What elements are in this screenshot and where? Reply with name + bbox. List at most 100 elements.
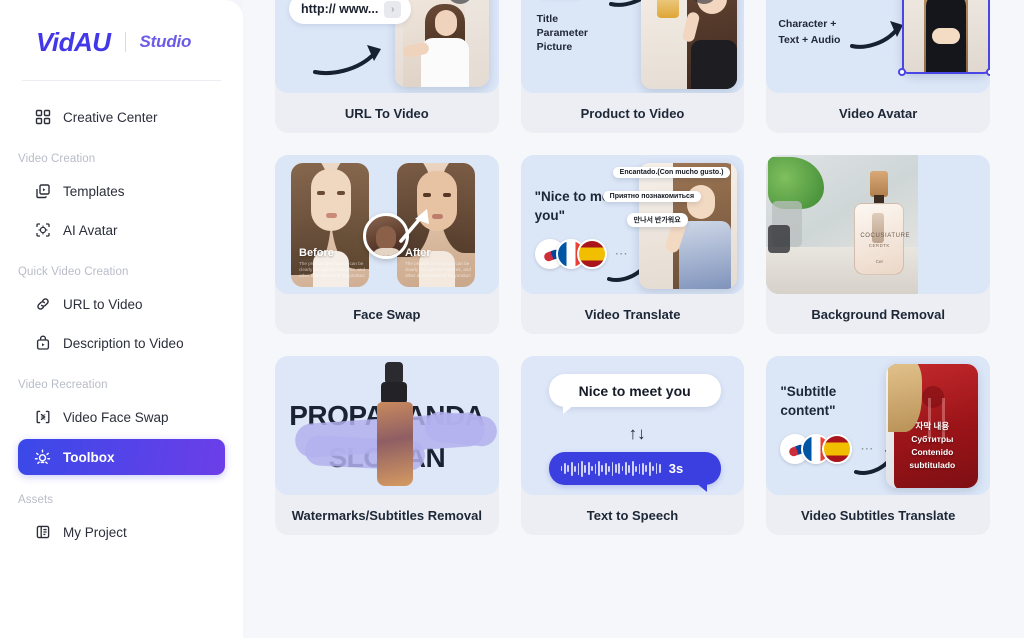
sidebar-item-label: URL to Video (63, 296, 143, 312)
logo-primary-text: VidAU (36, 26, 111, 57)
card-media: PROPAGANDA SLOGAN (275, 356, 499, 495)
link-icon (34, 296, 51, 313)
templates-icon (34, 183, 51, 200)
convert-arrows-icon: ↑↓ (628, 424, 646, 443)
card-title: Face Swap (353, 306, 421, 322)
app-root: VidAU Studio Creative Center Video Creat… (0, 0, 1024, 638)
url-input-pill[interactable]: http:// www... › (289, 0, 411, 24)
card-title: Video Translate (584, 306, 681, 322)
sidebar-item-label: AI Avatar (63, 222, 118, 238)
perfume-bottle: COCUSIATURE CERDTK Cer (850, 171, 911, 283)
url-go-icon: › (384, 0, 402, 18)
selection-handle[interactable] (898, 68, 907, 76)
bottle-brand: COCUSIATURE (860, 233, 911, 239)
sidebar-item-video-face-swap[interactable]: Video Face Swap (18, 400, 225, 434)
card-caption: Title Parameter Picture (536, 13, 589, 53)
card-title: Watermarks/Subtitles Removal (291, 507, 482, 523)
card-title: Product to Video (580, 105, 685, 121)
card-title: Text to Speech (586, 507, 679, 523)
subtitle-line: Субтитры (911, 434, 954, 444)
tool-card-video-translate[interactable]: "Nice to meet you" ⋯ Encantado.(Con much… (520, 155, 745, 334)
toolbox-main-content: http:// www... › URL To Video Title Para… (243, 0, 1024, 638)
subtitle-line: 자막 내용 (915, 421, 950, 431)
audio-bubble: 3s (548, 452, 721, 492)
dropper-bottle (371, 362, 419, 490)
flag-es-icon (576, 239, 607, 269)
tool-card-background-removal[interactable]: COCUSIATURE CERDTK Cer Background Remova… (766, 155, 990, 334)
tool-card-watermarks-subtitles-removal[interactable]: PROPAGANDA SLOGAN Watermarks/Subtitles R… (275, 356, 499, 535)
selection-handle[interactable] (986, 68, 990, 76)
sidebar-item-creative-center[interactable]: Creative Center (18, 100, 225, 134)
sidebar-item-url-to-video[interactable]: URL to Video (18, 287, 225, 321)
selection-frame (902, 0, 990, 74)
flag-es-icon (822, 434, 853, 464)
card-media: "Subtitle content" ⋯ 자막 내용 Субтитры Cont… (766, 356, 990, 495)
sidebar-item-label: Creative Center (63, 109, 158, 125)
preview-phone: 자막 내용 Субтитры Contenido subtitulado (886, 364, 979, 488)
logo-divider (124, 32, 126, 52)
sidebar-item-description-to-video[interactable]: Description to Video (18, 326, 225, 360)
card-media: Title Parameter Picture (520, 0, 745, 93)
lightbulb-icon (34, 449, 51, 466)
grid-icon (34, 109, 51, 126)
subtitle-line: subtitulado (909, 460, 956, 470)
tool-card-video-avatar[interactable]: ⋯ Character + Text + Audio (766, 0, 990, 133)
card-media: http:// www... › (275, 0, 499, 93)
card-title: Video Subtitles Translate (800, 507, 956, 523)
card-title: Video Avatar (839, 105, 918, 121)
card-media: Nice to meet you ↑↓ 3s (520, 356, 745, 495)
logo[interactable]: VidAU Studio (0, 0, 243, 62)
sidebar-item-label: Templates (63, 183, 125, 199)
source-quote: "Subtitle content" (780, 384, 837, 418)
card-media: "Nice to meet you" ⋯ Encantado.(Con much… (520, 155, 745, 294)
bottle-subtext: CERDTK (868, 243, 890, 248)
card-media: ⋯ Character + Text + Audio (766, 0, 990, 93)
sidebar-group-video-recreation: Video Recreation (18, 379, 108, 391)
subtitle-bubble: Приятно познакомиться (602, 191, 702, 202)
card-caption: Character + Text + Audio (778, 18, 841, 46)
before-image: Before The product description, can be c… (291, 163, 369, 287)
subtitle-bubble: 만나서 반가워요 (626, 213, 688, 227)
before-caption: Before (299, 247, 334, 259)
subtitle-bubble: Encantado.(Con mucho gusto.) (612, 167, 731, 178)
card-media: COCUSIATURE CERDTK Cer (766, 155, 990, 294)
sidebar-item-my-project[interactable]: My Project (18, 515, 225, 549)
text-bubble-label: Nice to meet you (578, 382, 691, 399)
text-bubble: Nice to meet you (548, 374, 721, 414)
project-icon (34, 524, 51, 541)
tool-card-face-swap[interactable]: Before The product description, can be c… (275, 155, 499, 334)
sidebar-item-label: My Project (63, 524, 127, 540)
after-caption: After (405, 247, 431, 259)
tool-card-product-to-video[interactable]: Title Parameter Picture Product to Video (520, 0, 745, 133)
face-swap-icon (34, 409, 51, 426)
logo-secondary-text: Studio (139, 32, 192, 51)
sidebar-item-toolbox[interactable]: Toolbox (18, 439, 225, 475)
sidebar-group-video-creation: Video Creation (18, 153, 96, 165)
url-text: http:// www... (301, 2, 379, 16)
tool-card-url-to-video[interactable]: http:// www... › URL To Video (275, 0, 499, 133)
sidebar-item-templates[interactable]: Templates (18, 174, 225, 208)
card-title: Background Removal (811, 306, 945, 322)
sidebar-group-assets: Assets (18, 494, 54, 506)
bottle-small-text: Cer (875, 259, 884, 264)
tool-card-video-subtitles-translate[interactable]: "Subtitle content" ⋯ 자막 내용 Субтитры Cont… (766, 356, 990, 535)
tool-card-text-to-speech[interactable]: Nice to meet you ↑↓ 3s Text to Speech (520, 356, 745, 535)
before-blurb: The product description, can be clearly … (299, 261, 365, 278)
audio-duration: 3s (668, 461, 684, 476)
card-title: URL To Video (344, 105, 429, 121)
sidebar-item-label: Toolbox (63, 449, 115, 465)
sidebar-nav: Creative Center Video Creation Templates (0, 81, 243, 549)
subtitle-line: Contenido (911, 447, 954, 457)
curved-arrow-icon (313, 45, 381, 75)
sidebar-item-label: Video Face Swap (63, 409, 169, 425)
card-media: Before The product description, can be c… (275, 155, 499, 294)
swap-arrow-icon (399, 209, 429, 243)
tool-card-grid: http:// www... › URL To Video Title Para… (275, 0, 990, 535)
sidebar-item-ai-avatar[interactable]: AI Avatar (18, 213, 225, 247)
sidebar-item-label: Description to Video (63, 335, 184, 351)
after-blurb: The product description, can be clearly … (405, 261, 471, 278)
avatar-icon (34, 222, 51, 239)
sidebar-group-quick-video-creation: Quick Video Creation (18, 266, 129, 278)
preview-phone (640, 0, 737, 89)
description-icon (34, 335, 51, 352)
